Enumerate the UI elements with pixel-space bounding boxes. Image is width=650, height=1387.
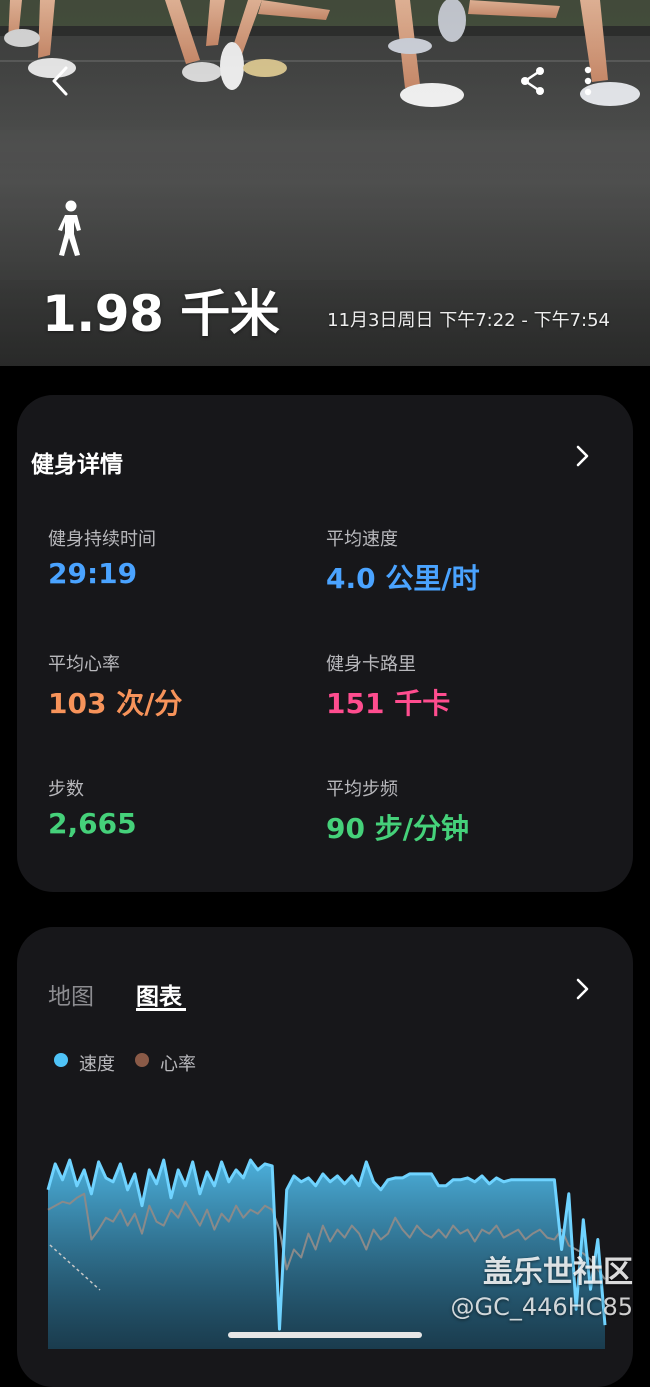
watermark-handle: @GC_446HC85 [450,1293,633,1321]
watermark-title: 盖乐世社区 [483,1255,633,1290]
home-indicator[interactable] [228,1332,422,1338]
speed-heart-rate-chart[interactable] [0,0,650,1349]
